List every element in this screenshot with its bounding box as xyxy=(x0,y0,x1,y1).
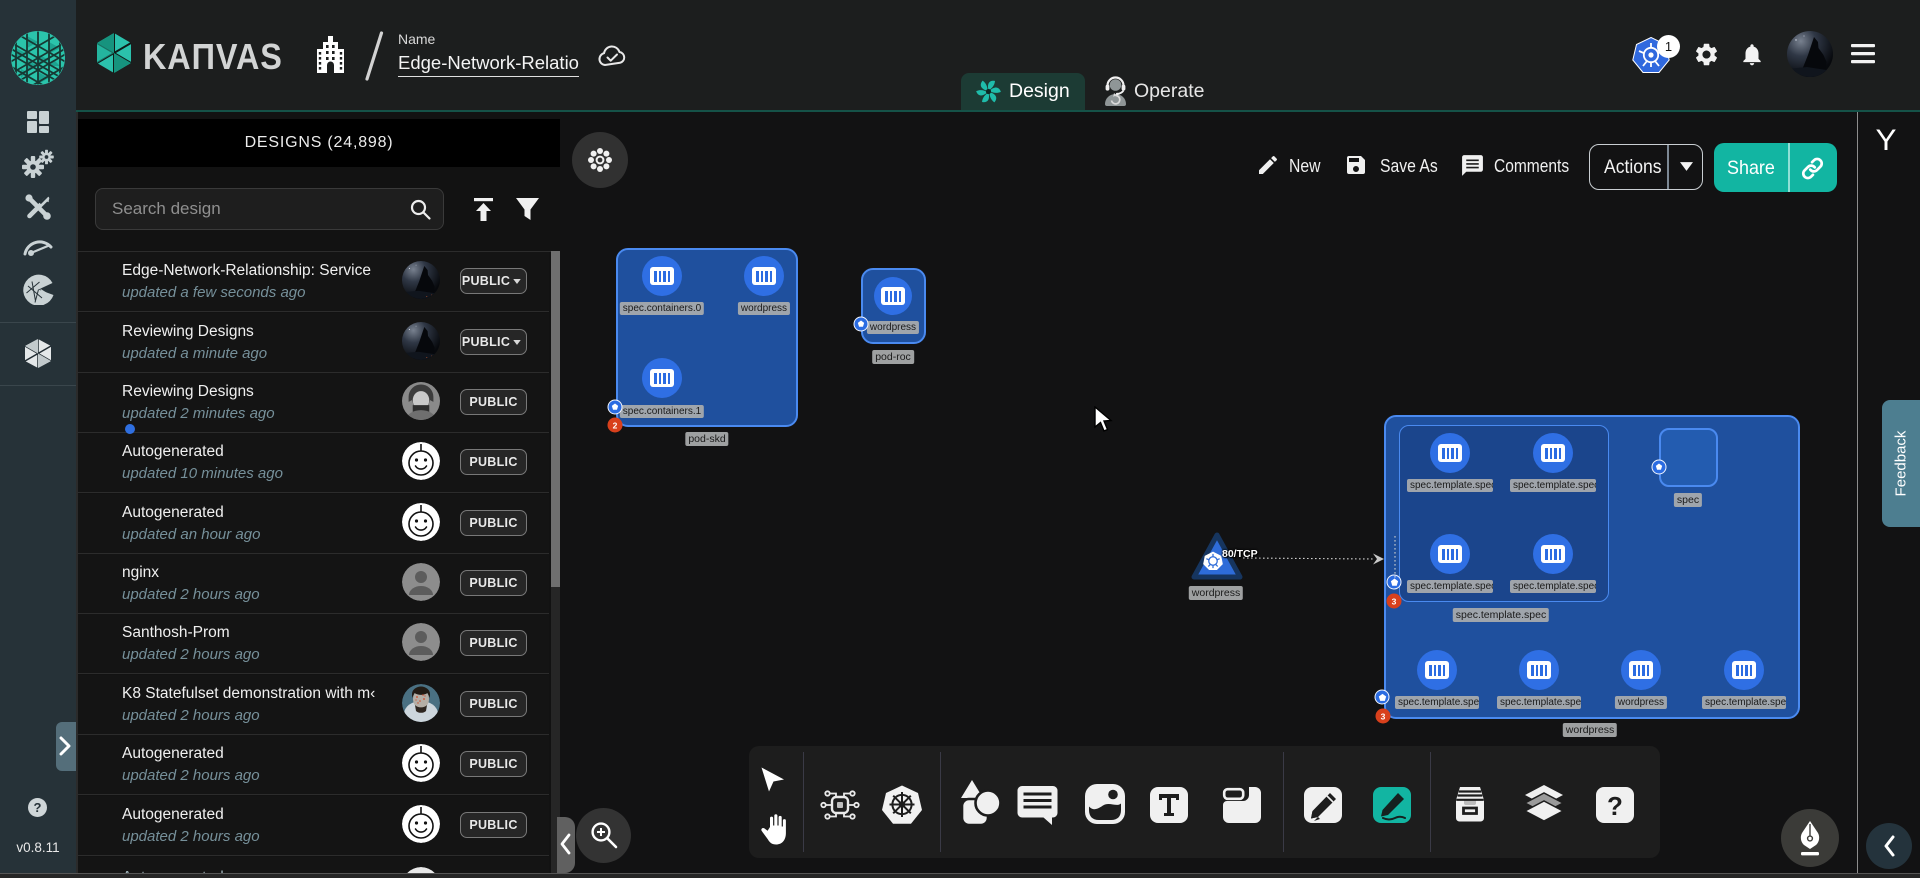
svg-text:?: ? xyxy=(1607,791,1623,821)
svg-text:?: ? xyxy=(34,800,42,815)
